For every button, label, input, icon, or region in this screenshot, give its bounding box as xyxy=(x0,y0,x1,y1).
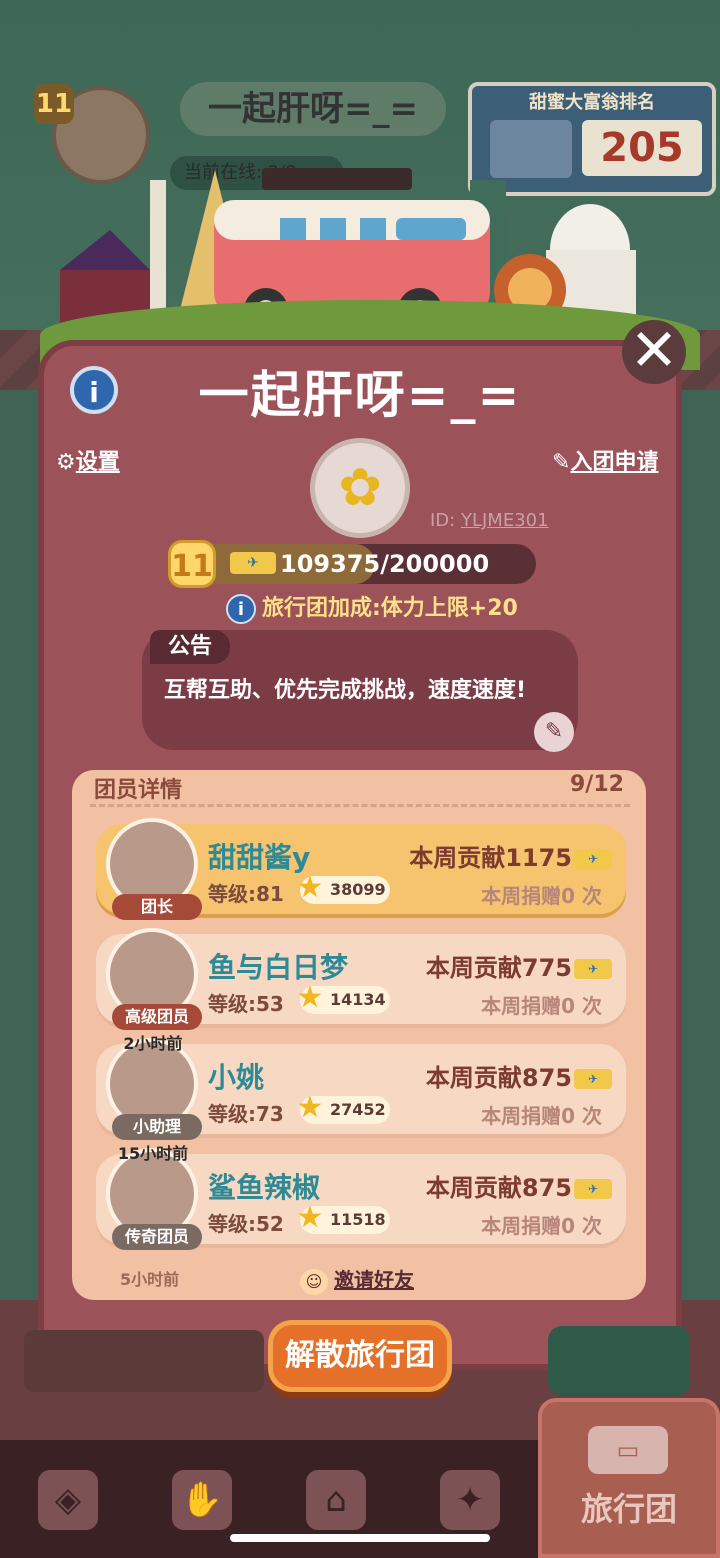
home-indicator xyxy=(230,1534,490,1542)
member-points-value: 14134 xyxy=(330,990,386,1009)
disband-guild-button[interactable]: 解散旅行团 xyxy=(268,1320,452,1392)
member-last-seen: 15小时前 xyxy=(117,1144,189,1163)
rank-card-title: 甜蜜大富翁排名 xyxy=(529,92,655,113)
guild-title: 一起肝呀=_= xyxy=(198,366,522,424)
background-guild-name: 一起肝呀=_= xyxy=(180,82,446,136)
member-points: ★ 27452 xyxy=(297,1092,390,1124)
nav-tab-travel-group[interactable]: ▭ 旅行团 xyxy=(538,1398,720,1558)
member-name: 小姚 xyxy=(208,1061,265,1094)
member-contribution-text: 本周贡献875 xyxy=(425,1064,572,1092)
join-requests-label: 入团申请 xyxy=(570,450,659,475)
info-icon: i xyxy=(226,594,256,624)
plane-ticket-icon: ✈ xyxy=(230,552,276,574)
plane-ticket-icon: ✈ xyxy=(574,849,612,869)
document-edit-icon: ✎ xyxy=(552,450,571,475)
member-role: 传奇团员 xyxy=(112,1224,202,1250)
member-level: 等级:52 xyxy=(208,1212,284,1236)
join-requests-button[interactable]: ✎入团申请 xyxy=(552,444,658,476)
map-pin-icon[interactable]: ✦ xyxy=(440,1470,500,1530)
member-contribution: 本周贡献775 ✈ xyxy=(426,948,612,983)
members-title: 团员详情 xyxy=(94,778,183,803)
background-card-right xyxy=(548,1326,690,1396)
member-donation: 本周捐赠0 次 xyxy=(481,1214,602,1238)
hands-icon[interactable]: ✋ xyxy=(172,1470,232,1530)
plane-ticket-icon: ✈ xyxy=(574,1069,612,1089)
shop-bag-icon[interactable]: ◈ xyxy=(38,1470,98,1530)
guild-id: ID: YLJME301 xyxy=(430,510,549,531)
plane-ticket-icon: ✈ xyxy=(574,1179,612,1199)
close-button[interactable]: ✕ xyxy=(622,320,686,384)
member-points: ★ 38099 xyxy=(297,872,390,904)
invite-friends-button[interactable]: ☺ 邀请好友 xyxy=(300,1264,414,1295)
add-friend-icon: ☺ xyxy=(300,1269,328,1295)
members-count: 9/12 xyxy=(570,772,624,797)
divider xyxy=(90,804,630,807)
member-role: 高级团员 xyxy=(112,1004,202,1030)
edit-notice-button[interactable]: ✎ xyxy=(534,712,574,752)
member-points-value: 38099 xyxy=(330,880,386,899)
star-icon: ★ xyxy=(296,1090,324,1125)
info-button[interactable]: i xyxy=(70,366,118,414)
member-points-value: 11518 xyxy=(330,1210,386,1229)
sunflower-emblem-icon[interactable]: ✿ xyxy=(310,438,410,538)
member-donation: 本周捐赠0 次 xyxy=(481,994,602,1018)
member-contribution-text: 本周贡献775 xyxy=(425,954,572,982)
member-name: 甜甜酱y xyxy=(208,841,311,874)
gear-icon: ⚙ xyxy=(56,450,76,475)
guild-id-value[interactable]: YLJME301 xyxy=(461,510,549,531)
pencil-icon: ✎ xyxy=(544,719,564,744)
member-contribution-text: 本周贡献875 xyxy=(425,1174,572,1202)
notice-title: 公告 xyxy=(150,630,230,664)
guild-bonus-text: 旅行团加成:体力上限+20 xyxy=(262,596,518,621)
member-contribution: 本周贡献875 ✈ xyxy=(426,1058,612,1093)
plane-ticket-icon: ✈ xyxy=(574,959,612,979)
member-row[interactable]: 15小时前 传奇团员 鲨鱼辣椒 等级:52 ★ 11518 本周贡献875 ✈ 本周… xyxy=(96,1144,626,1250)
member-row[interactable]: 2小时前 小助理 小姚 等级:73 ★ 27452 本周贡献875 ✈ 本周捐赠0 … xyxy=(96,1034,626,1140)
star-icon: ★ xyxy=(296,980,324,1015)
background-guild-level: 11 xyxy=(34,84,74,124)
settings-button[interactable]: ⚙设置 xyxy=(56,444,120,476)
member-donation: 本周捐赠0 次 xyxy=(481,1104,602,1128)
guild-bonus[interactable]: i 旅行团加成:体力上限+20 xyxy=(226,590,518,624)
invite-friends-label: 邀请好友 xyxy=(334,1268,414,1292)
member-contribution: 本周贡献1175 ✈ xyxy=(409,838,612,873)
star-icon: ★ xyxy=(296,1200,324,1235)
guild-id-prefix: ID: xyxy=(430,510,456,531)
background-card-left xyxy=(24,1330,264,1392)
member-role: 团长 xyxy=(112,894,202,920)
member-points: ★ 14134 xyxy=(297,982,390,1014)
member-points: ★ 11518 xyxy=(297,1202,390,1234)
bell-icon[interactable]: ⌂ xyxy=(306,1470,366,1530)
guild-xp-text: 109375/200000 xyxy=(280,550,490,578)
guild-level-badge: 11 xyxy=(168,540,216,588)
notice-text: 互帮互助、优先完成挑战，速度速度! xyxy=(164,678,527,703)
member-last-seen: 2小时前 xyxy=(123,1034,183,1053)
star-icon: ★ xyxy=(296,870,324,905)
bus-icon: ▭ xyxy=(588,1426,668,1474)
settings-label: 设置 xyxy=(75,450,120,475)
next-member-last-seen: 5小时前 xyxy=(120,1270,180,1289)
member-points-value: 27452 xyxy=(330,1100,386,1119)
member-role: 小助理 xyxy=(112,1114,202,1140)
member-contribution: 本周贡献875 ✈ xyxy=(426,1168,612,1203)
member-row[interactable]: 高级团员 鱼与白日梦 等级:53 ★ 14134 本周贡献775 ✈ 本周捐赠0 次 xyxy=(96,928,626,1030)
nav-tab-label: 旅行团 xyxy=(580,1490,677,1528)
member-level: 等级:53 xyxy=(208,992,284,1016)
member-level: 等级:73 xyxy=(208,1102,284,1126)
member-row[interactable]: 团长 甜甜酱y 等级:81 ★ 38099 本周贡献1175 ✈ 本周捐赠0 次 xyxy=(96,818,626,920)
member-donation: 本周捐赠0 次 xyxy=(481,884,602,908)
member-name: 鱼与白日梦 xyxy=(208,951,349,984)
member-level: 等级:81 xyxy=(208,882,284,906)
member-contribution-text: 本周贡献1175 xyxy=(409,844,572,872)
